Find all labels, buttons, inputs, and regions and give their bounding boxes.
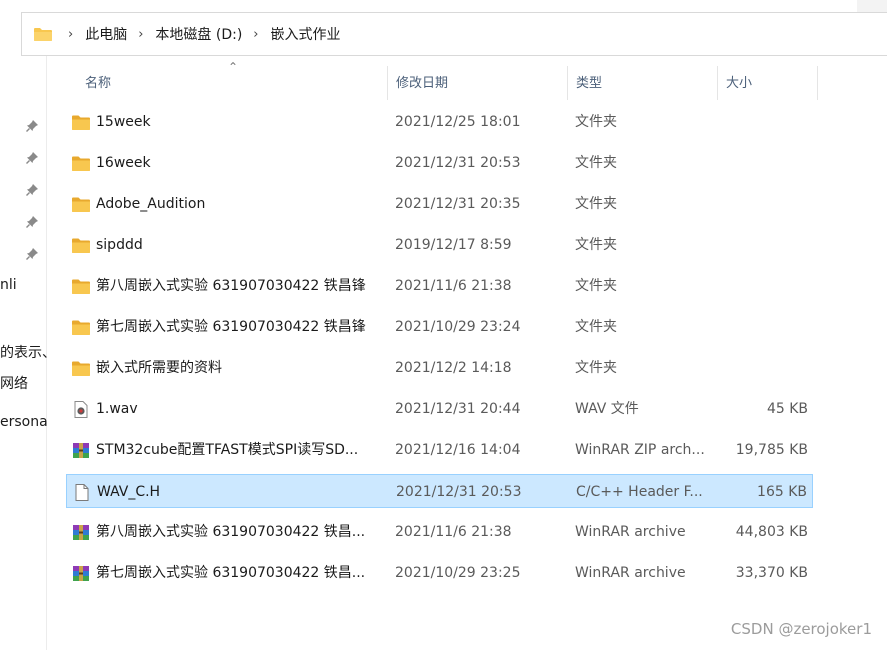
file-row[interactable]: 16week 2021/12/31 20:53 文件夹: [66, 146, 813, 180]
file-type: 文件夹: [575, 319, 617, 335]
pin-icon[interactable]: [25, 215, 39, 229]
column-size[interactable]: 大小: [718, 66, 818, 102]
document-icon: [72, 484, 92, 501]
file-row[interactable]: sipddd 2019/12/17 8:59 文件夹: [66, 228, 813, 262]
file-name: 15week: [96, 114, 151, 130]
file-name: 第八周嵌入式实验 631907030422 铁昌...: [96, 524, 366, 540]
pin-icon[interactable]: [25, 119, 39, 133]
file-row[interactable]: STM32cube配置TFAST模式SPI读写SD... 2021/12/16 1…: [66, 433, 813, 467]
window-top: [0, 0, 887, 6]
pin-icon[interactable]: [25, 151, 39, 165]
file-date-modified: 2021/12/2 14:18: [395, 360, 512, 376]
file-type: 文件夹: [575, 237, 617, 253]
file-date-modified: 2021/11/6 21:38: [395, 524, 512, 540]
file-type: WAV 文件: [575, 401, 639, 417]
address-bar[interactable]: › 此电脑 › 本地磁盘 (D:) › 嵌入式作业: [21, 12, 887, 56]
file-row[interactable]: Adobe_Audition 2021/12/31 20:35 文件夹: [66, 187, 813, 221]
file-name: 第七周嵌入式实验 631907030422 铁昌...: [96, 565, 366, 581]
nav-item-label[interactable]: 网络: [0, 373, 28, 393]
file-date-modified: 2021/10/29 23:25: [395, 565, 521, 581]
audio-file-icon: [71, 401, 91, 418]
file-type: 文件夹: [575, 155, 617, 171]
file-type: 文件夹: [575, 278, 617, 294]
folder-icon: [71, 278, 91, 295]
file-type: 文件夹: [575, 114, 617, 130]
file-row[interactable]: WAV_C.H 2021/12/31 20:53 C/C++ Header F...…: [66, 474, 813, 508]
file-type: 文件夹: [575, 196, 617, 212]
file-row[interactable]: 第七周嵌入式实验 631907030422 铁昌锋 2021/10/29 23:2…: [66, 310, 813, 344]
file-name: Adobe_Audition: [96, 196, 206, 212]
window-corner: [857, 0, 887, 12]
folder-icon: [71, 155, 91, 172]
file-row[interactable]: 15week 2021/12/25 18:01 文件夹: [66, 105, 813, 139]
file-size: 165 KB: [757, 484, 807, 500]
file-row[interactable]: 嵌入式所需要的资料 2021/12/2 14:18 文件夹: [66, 351, 813, 385]
pin-icon[interactable]: [25, 183, 39, 197]
folder-icon: [33, 26, 53, 42]
file-date-modified: 2021/10/29 23:24: [395, 319, 521, 335]
folder-icon: [71, 360, 91, 377]
pin-icon[interactable]: [25, 247, 39, 261]
nav-item-label[interactable]: 的表示、: [0, 342, 56, 362]
breadcrumb-current-folder[interactable]: 嵌入式作业: [270, 24, 340, 44]
file-name: 1.wav: [96, 401, 138, 417]
file-name: sipddd: [96, 237, 143, 253]
breadcrumb-this-pc[interactable]: 此电脑: [85, 24, 127, 44]
file-row[interactable]: 第七周嵌入式实验 631907030422 铁昌... 2021/10/29 23…: [66, 556, 813, 590]
winrar-icon: [71, 565, 91, 582]
file-size: 44,803 KB: [735, 524, 808, 540]
file-date-modified: 2021/11/6 21:38: [395, 278, 512, 294]
file-size: 19,785 KB: [735, 442, 808, 458]
file-name: WAV_C.H: [97, 484, 161, 500]
file-type: WinRAR ZIP arch...: [575, 442, 705, 458]
folder-icon: [71, 319, 91, 336]
file-date-modified: 2021/12/31 20:35: [395, 196, 521, 212]
column-date-modified[interactable]: 修改日期: [388, 66, 568, 102]
breadcrumb-drive-d[interactable]: 本地磁盘 (D:): [155, 24, 242, 44]
file-date-modified: 2021/12/31 20:44: [395, 401, 521, 417]
file-name: 16week: [96, 155, 151, 171]
winrar-icon: [71, 442, 91, 459]
chevron-right-icon[interactable]: ›: [138, 27, 143, 42]
file-date-modified: 2021/12/16 14:04: [395, 442, 521, 458]
folder-icon: [71, 237, 91, 254]
folder-icon: [71, 114, 91, 131]
chevron-right-icon[interactable]: ›: [68, 27, 73, 42]
breadcrumb: › 此电脑 › 本地磁盘 (D:) › 嵌入式作业: [57, 24, 340, 44]
file-name: 第八周嵌入式实验 631907030422 铁昌锋: [96, 278, 366, 294]
file-name: STM32cube配置TFAST模式SPI读写SD...: [96, 442, 359, 458]
file-row[interactable]: 第八周嵌入式实验 631907030422 铁昌锋 2021/11/6 21:38…: [66, 269, 813, 303]
column-header: ⌃ 名称 修改日期 类型 大小: [47, 60, 887, 102]
file-date-modified: 2021/12/31 20:53: [395, 155, 521, 171]
file-type: WinRAR archive: [575, 565, 686, 581]
file-date-modified: 2019/12/17 8:59: [395, 237, 512, 253]
folder-icon: [71, 196, 91, 213]
column-divider[interactable]: [817, 66, 818, 100]
file-date-modified: 2021/12/31 20:53: [396, 484, 522, 500]
file-type: 文件夹: [575, 360, 617, 376]
file-size: 33,370 KB: [735, 565, 808, 581]
nav-item-label[interactable]: nli: [0, 277, 17, 293]
nav-item-label[interactable]: ersona: [0, 414, 48, 430]
file-name: 嵌入式所需要的资料: [96, 360, 222, 376]
chevron-right-icon[interactable]: ›: [253, 27, 258, 42]
file-type: WinRAR archive: [575, 524, 686, 540]
column-type[interactable]: 类型: [568, 66, 718, 102]
file-date-modified: 2021/12/25 18:01: [395, 114, 521, 130]
watermark: CSDN @zerojoker1: [730, 620, 872, 638]
file-size: 45 KB: [766, 401, 808, 417]
navigation-pane[interactable]: nli 的表示、 网络 ersona: [0, 56, 56, 650]
file-type: C/C++ Header F...: [576, 484, 703, 500]
file-row[interactable]: 1.wav 2021/12/31 20:44 WAV 文件 45 KB: [66, 392, 813, 426]
column-name[interactable]: 名称: [77, 66, 387, 102]
file-name: 第七周嵌入式实验 631907030422 铁昌锋: [96, 319, 366, 335]
file-row[interactable]: 第八周嵌入式实验 631907030422 铁昌... 2021/11/6 21:…: [66, 515, 813, 549]
winrar-icon: [71, 524, 91, 541]
